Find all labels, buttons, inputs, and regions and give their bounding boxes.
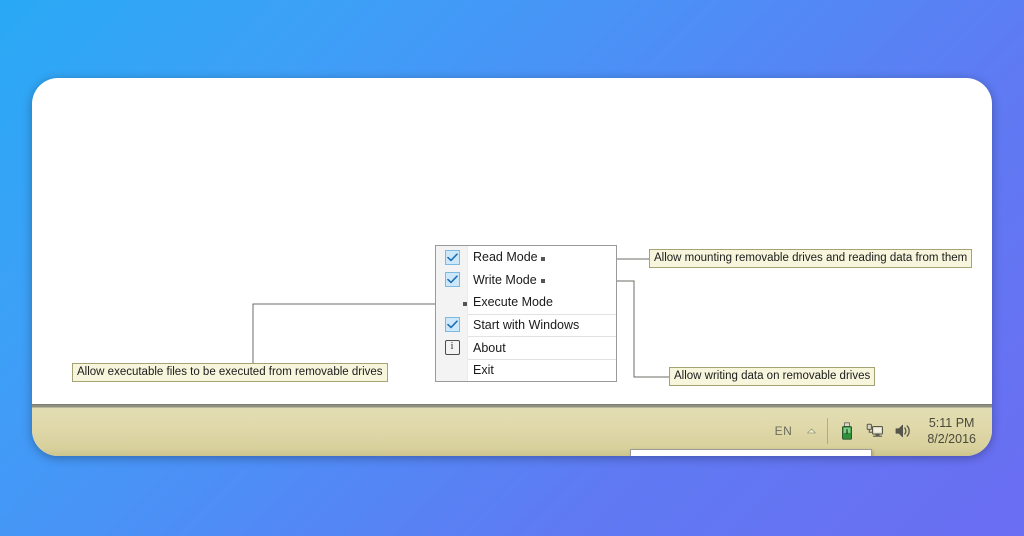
clock-date: 8/2/2016: [927, 431, 976, 446]
show-hidden-icons-chevron-icon[interactable]: [804, 424, 818, 438]
exit-icon-cell: [436, 359, 468, 382]
start-with-windows-checkbox-cell[interactable]: [436, 314, 468, 337]
menu-item-label: Execute Mode: [473, 295, 553, 310]
callout-read-mode: Allow mounting removable drives and read…: [649, 249, 973, 268]
menu-item-read-mode[interactable]: Read Mode: [436, 246, 616, 269]
checkbox-checked-icon[interactable]: [444, 317, 460, 333]
clock-time: 5:11 PM: [928, 415, 975, 430]
menu-item-label: Start with Windows: [468, 313, 616, 337]
network-icon[interactable]: [865, 421, 884, 440]
write-mode-checkbox-cell[interactable]: [436, 269, 468, 292]
usb-drive-icon[interactable]: [837, 421, 856, 440]
checkbox-checked-icon[interactable]: [444, 272, 460, 288]
write-mode-anchor-dot: [541, 279, 545, 283]
read-mode-checkbox-cell[interactable]: [436, 246, 468, 269]
menu-item-about[interactable]: i About: [436, 336, 616, 359]
volume-icon[interactable]: [893, 421, 912, 440]
tray-divider: [827, 417, 829, 444]
about-icon-cell[interactable]: i: [436, 336, 468, 359]
execute-mode-anchor-dot: [463, 302, 467, 306]
callout-execute-mode: Allow executable files to be executed fr…: [72, 363, 388, 382]
checkbox-checked-icon[interactable]: [444, 249, 460, 265]
language-indicator[interactable]: EN: [772, 424, 796, 438]
menu-item-start-with-windows[interactable]: Start with Windows: [436, 313, 616, 337]
callout-write-mode: Allow writing data on removable drives: [669, 367, 876, 386]
info-icon[interactable]: i: [444, 339, 460, 355]
taskbar-clock[interactable]: 5:11 PM 8/2/2016: [927, 415, 978, 447]
tray-context-menu[interactable]: Read Mode Write Mode Execute Mode Start …: [435, 245, 617, 382]
read-mode-anchor-dot: [541, 257, 545, 261]
menu-item-exit[interactable]: Exit: [436, 358, 616, 382]
usb-drive-tooltip: I:\Kingston Kingston DTR30G2 USB Device …: [630, 449, 872, 456]
desktop-panel: Read Mode Write Mode Execute Mode Start …: [32, 78, 992, 456]
menu-item-label: About: [468, 336, 616, 359]
menu-item-write-mode[interactable]: Write Mode: [436, 269, 616, 292]
menu-item-label: Exit: [468, 358, 616, 382]
